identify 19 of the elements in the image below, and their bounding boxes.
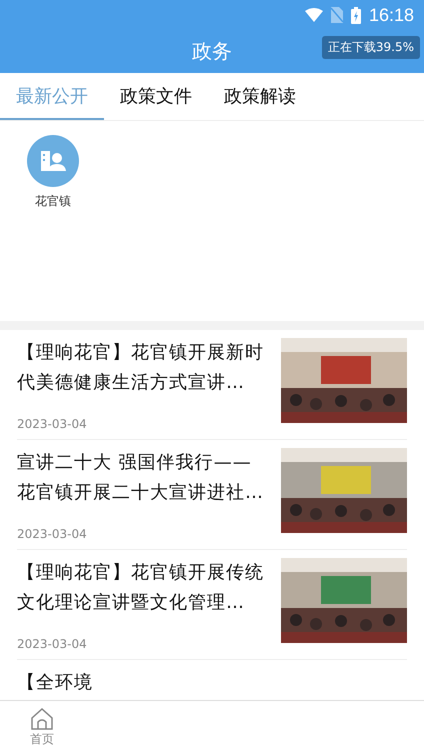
category-label[interactable]: 花官镇	[35, 193, 71, 210]
page-title: 政务	[192, 38, 232, 65]
news-title[interactable]: 宣讲二十大 强国伴我行——花官镇开展二十大宣讲进社…	[17, 448, 269, 508]
news-date: 2023-03-04	[17, 527, 88, 541]
nav-tab[interactable]: 首页	[0, 701, 84, 753]
news-date: 2023-03-04	[17, 637, 88, 651]
news-title[interactable]: 【理响花官】花官镇开展新时代美德健康生活方式宣讲…	[17, 338, 269, 398]
building-person-icon[interactable]	[27, 135, 79, 187]
clock-time: 16:18	[368, 4, 414, 26]
news-title[interactable]: 【全环境	[17, 668, 407, 698]
no-sim-icon	[330, 7, 343, 23]
news-title[interactable]: 【理响花官】花官镇开展传统文化理论宣讲暨文化管理…	[17, 558, 269, 618]
wifi-icon	[304, 8, 323, 22]
tab[interactable]: 政策解读	[208, 73, 312, 120]
home-icon	[30, 706, 54, 730]
tab[interactable]: 政策文件	[104, 73, 208, 120]
battery-charging-icon	[350, 6, 361, 24]
news-date: 2023-03-04	[17, 417, 88, 431]
download-progress-badge: 正在下载39.5%	[322, 36, 420, 59]
